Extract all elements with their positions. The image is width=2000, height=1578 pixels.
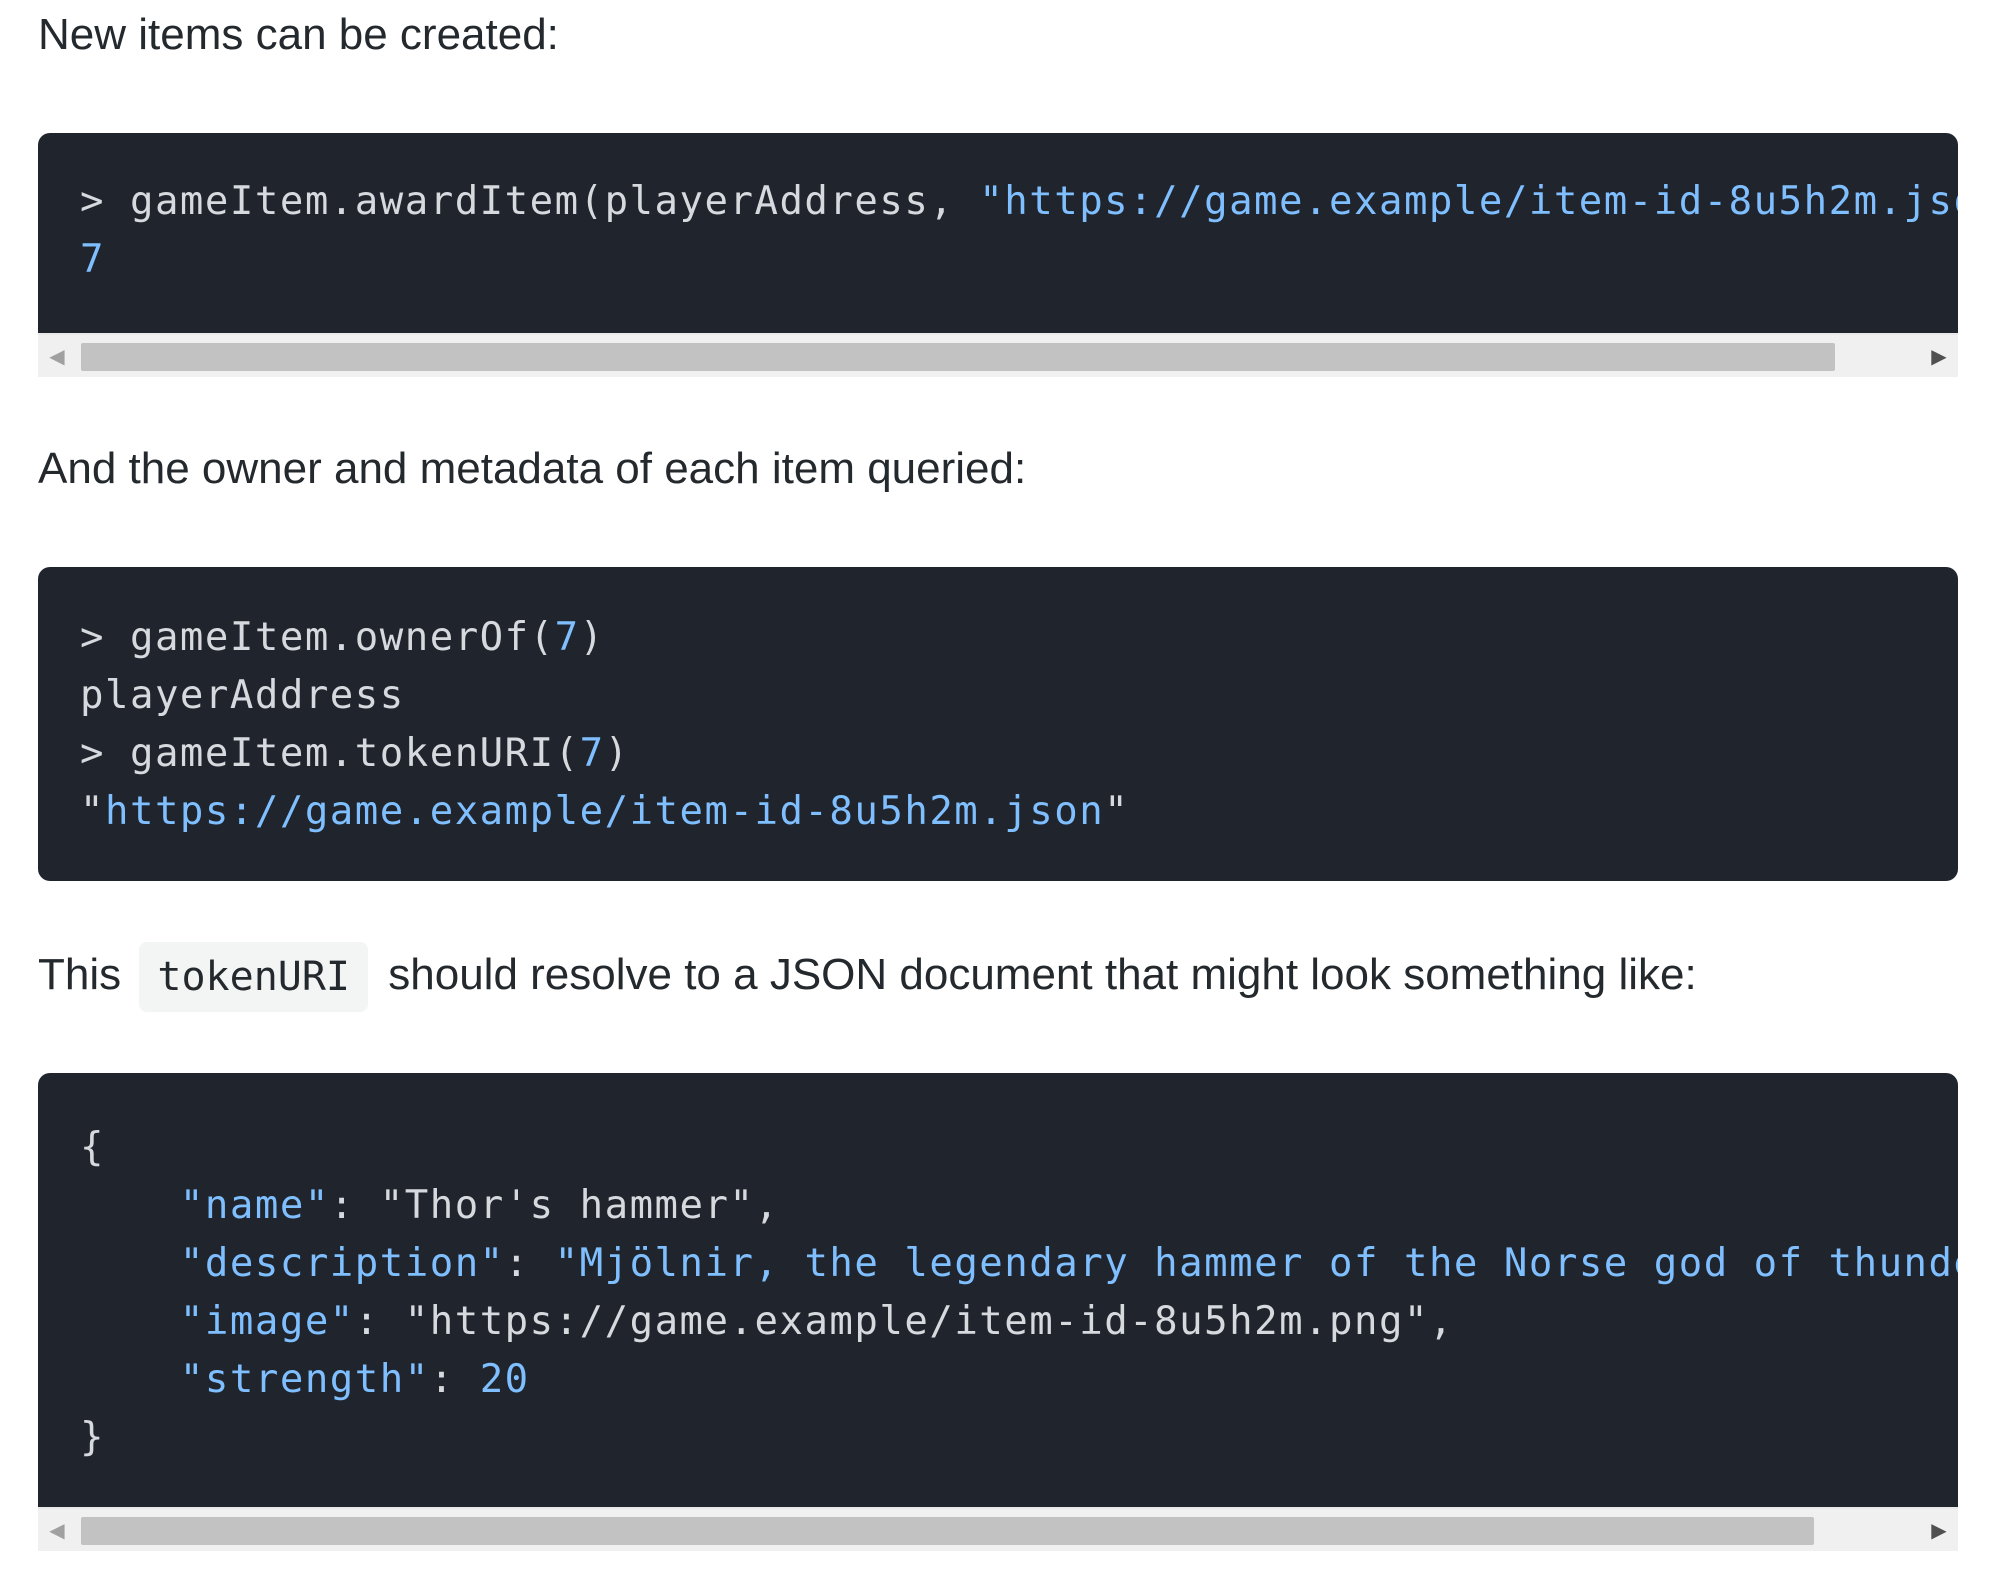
code-line: > gameItem.tokenURI(7) bbox=[80, 725, 1958, 783]
code-token-command: > gameItem.tokenURI( bbox=[80, 731, 580, 776]
scrollbar-thumb[interactable] bbox=[81, 343, 1835, 371]
code-block-body: > gameItem.ownerOf(7) playerAddress > ga… bbox=[38, 567, 1958, 881]
code-token-punct: , bbox=[754, 1183, 780, 1228]
code-token-indent bbox=[80, 1183, 180, 1228]
code-token-punct: : bbox=[354, 1299, 405, 1344]
arrow-left-icon[interactable]: ◀ bbox=[38, 1509, 76, 1551]
code-line: "image": "https://game.example/item-id-8… bbox=[80, 1293, 1958, 1351]
code-token-command: > gameItem.awardItem(playerAddress, bbox=[80, 179, 980, 224]
paragraph-tokenuri: This tokenURI should resolve to a JSON d… bbox=[38, 940, 1697, 1013]
code-line: 7 bbox=[80, 231, 1958, 289]
code-token-indent bbox=[80, 1241, 180, 1286]
code-line: "description": "Mjölnir, the legendary h… bbox=[80, 1235, 1958, 1293]
code-token-number: 7 bbox=[80, 237, 105, 282]
code-line: > gameItem.awardItem(playerAddress, "htt… bbox=[80, 173, 1958, 231]
code-token-key: "image" bbox=[179, 1299, 355, 1344]
arrow-right-icon[interactable]: ▶ bbox=[1920, 335, 1958, 377]
code-token-number: 7 bbox=[554, 615, 580, 660]
code-line: } bbox=[80, 1409, 1958, 1467]
code-token-command: > gameItem.ownerOf( bbox=[80, 615, 555, 660]
code-token-brace: } bbox=[80, 1415, 105, 1460]
code-line: "strength": 20 bbox=[80, 1351, 1958, 1409]
code-token-punct: : bbox=[504, 1241, 555, 1286]
code-token-indent bbox=[80, 1357, 180, 1402]
code-token-punct: : bbox=[329, 1183, 380, 1228]
code-token-quote: " bbox=[1104, 789, 1130, 834]
code-line: > gameItem.ownerOf(7) bbox=[80, 609, 1958, 667]
code-line: { bbox=[80, 1119, 1958, 1177]
paragraph-text: This bbox=[38, 950, 122, 999]
code-token-punct: ) bbox=[604, 731, 630, 776]
code-token-quote: " bbox=[80, 789, 105, 834]
code-block-award-item: > gameItem.awardItem(playerAddress, "htt… bbox=[38, 133, 1958, 377]
code-line: "https://game.example/item-id-8u5h2m.jso… bbox=[80, 783, 1958, 841]
code-block-owner-query: > gameItem.ownerOf(7) playerAddress > ga… bbox=[38, 567, 1958, 881]
paragraph-new-items: New items can be created: bbox=[38, 10, 559, 59]
code-block-body: > gameItem.awardItem(playerAddress, "htt… bbox=[38, 133, 1958, 333]
code-token-string: "https://game.example/item-id-8u5h2m.png… bbox=[404, 1299, 1429, 1344]
paragraph-text: should resolve to a JSON document that m… bbox=[388, 950, 1697, 999]
code-token-string: https://game.example/item-id-8u5h2m.json bbox=[104, 789, 1105, 834]
code-token-brace: { bbox=[80, 1125, 105, 1170]
code-token-punct: ) bbox=[579, 615, 605, 660]
code-block-body: { "name": "Thor's hammer", "description"… bbox=[38, 1073, 1958, 1507]
code-token-punct: , bbox=[1428, 1299, 1454, 1344]
code-token-punct: : bbox=[429, 1357, 480, 1402]
code-line: "name": "Thor's hammer", bbox=[80, 1177, 1958, 1235]
code-line: playerAddress bbox=[80, 667, 1958, 725]
arrow-left-icon[interactable]: ◀ bbox=[38, 335, 76, 377]
scrollbar-thumb[interactable] bbox=[81, 1517, 1814, 1545]
code-token-output: playerAddress bbox=[80, 673, 405, 718]
horizontal-scrollbar[interactable]: ◀ ▶ bbox=[38, 1507, 1958, 1551]
horizontal-scrollbar[interactable]: ◀ ▶ bbox=[38, 333, 1958, 377]
code-token-number: 20 bbox=[479, 1357, 530, 1402]
code-token-string: "Mjölnir, the legendary hammer of the No… bbox=[554, 1241, 1958, 1286]
arrow-right-icon[interactable]: ▶ bbox=[1920, 1509, 1958, 1551]
code-token-string: "https://game.example/item-id-8u5h2m.jso… bbox=[979, 179, 1958, 224]
code-block-json-metadata: { "name": "Thor's hammer", "description"… bbox=[38, 1073, 1958, 1551]
code-token-indent bbox=[80, 1299, 180, 1344]
inline-code-tokenuri: tokenURI bbox=[139, 942, 369, 1013]
code-token-key: "description" bbox=[179, 1241, 505, 1286]
code-token-key: "name" bbox=[179, 1183, 330, 1228]
paragraph-owner-metadata: And the owner and metadata of each item … bbox=[38, 444, 1027, 493]
code-token-key: "strength" bbox=[179, 1357, 430, 1402]
code-token-number: 7 bbox=[579, 731, 605, 776]
code-token-string: "Thor's hammer" bbox=[379, 1183, 755, 1228]
